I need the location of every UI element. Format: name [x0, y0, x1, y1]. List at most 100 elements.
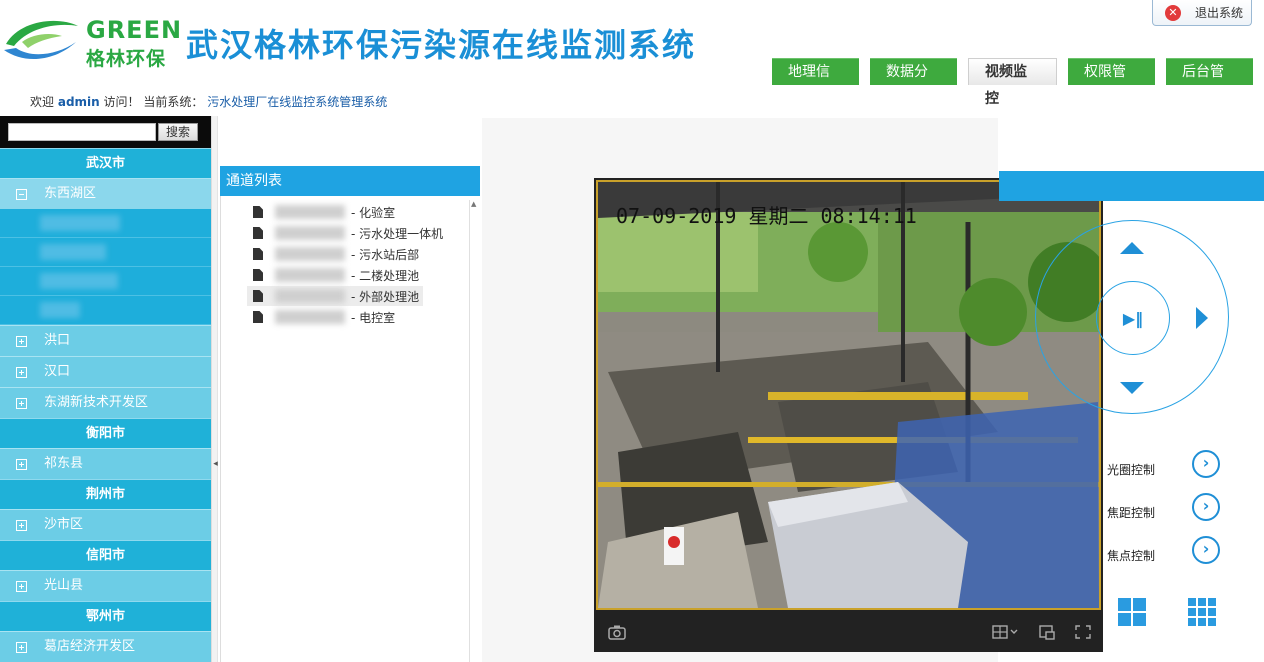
logout-button[interactable]: ✕ 退出系统: [1152, 0, 1252, 26]
current-system: 污水处理厂在线监控系统管理系统: [207, 95, 388, 109]
window-restore-icon[interactable]: [1038, 624, 1056, 640]
osd-date: 07-09-2019: [616, 204, 737, 228]
expand-icon[interactable]: [16, 397, 27, 409]
channel-label: - 电控室: [351, 310, 396, 325]
district-item[interactable]: 汉口: [0, 356, 211, 387]
district-item[interactable]: 洪口: [0, 325, 211, 356]
welcome-prefix: 欢迎: [30, 95, 55, 109]
district-label: 洪口: [44, 333, 71, 348]
district-item[interactable]: 祁东县: [0, 448, 211, 479]
brand-name-cn: 格林环保: [86, 48, 167, 70]
camera-snapshot-icon[interactable]: [608, 624, 626, 640]
chevron-right-icon: ›: [1202, 496, 1210, 515]
sidebar-collapse-handle[interactable]: ◂: [211, 116, 218, 662]
file-icon: [253, 227, 263, 239]
focus-control-button[interactable]: ›: [1192, 536, 1220, 564]
search-button[interactable]: 搜索: [158, 123, 198, 141]
split-layout-dropdown-icon[interactable]: [992, 624, 1022, 640]
channel-list: ▲ - 化验室 - 污水处理一体机 - 污水站后部 - 二楼处理池 - 外部处理…: [220, 196, 480, 662]
video-player: 07-09-2019 星期二 08:14:11: [594, 178, 1103, 652]
channel-item[interactable]: - 二楼处理池: [253, 265, 419, 285]
collapse-icon[interactable]: [16, 188, 27, 200]
channel-item[interactable]: - 污水站后部: [253, 244, 419, 264]
expand-icon[interactable]: [16, 641, 27, 653]
file-icon: [253, 248, 263, 260]
nav-data-analysis[interactable]: 数据分析: [870, 58, 957, 107]
district-item[interactable]: 葛店经济开发区: [0, 631, 211, 662]
camera-scene-image: [598, 182, 1099, 608]
nav-permission-mgmt[interactable]: 权限管理: [1068, 58, 1155, 107]
file-icon: [253, 206, 263, 218]
list-item[interactable]: [0, 209, 211, 238]
nav-geo-info[interactable]: 地理信息: [772, 58, 859, 107]
focus-control-label: 焦点控制: [1107, 549, 1156, 563]
brand-name-en: GREEN: [86, 16, 183, 44]
city-header[interactable]: 荆州市: [0, 479, 211, 509]
district-label: 光山县: [44, 578, 84, 593]
channel-item-selected[interactable]: - 外部处理池: [247, 286, 424, 306]
district-label: 祁东县: [44, 456, 84, 471]
channel-label: - 污水站后部: [351, 247, 420, 262]
list-item[interactable]: [0, 238, 211, 267]
channel-scrollbar[interactable]: ▲: [469, 200, 478, 662]
district-label: 东西湖区: [44, 186, 97, 201]
city-header[interactable]: 信阳市: [0, 540, 211, 570]
channel-panel: 通道列表 ▲ - 化验室 - 污水处理一体机 - 污水站后部 - 二楼处理池 -…: [220, 166, 480, 662]
list-item[interactable]: [0, 267, 211, 296]
file-icon: [253, 311, 263, 323]
sidebar-search: 搜索: [0, 116, 211, 148]
district-label: 葛店经济开发区: [44, 639, 136, 654]
expand-icon[interactable]: [16, 519, 27, 531]
grid-2x2-icon[interactable]: [1118, 598, 1146, 626]
nav-backend-mgmt[interactable]: 后台管理: [1166, 58, 1253, 107]
district-sublist: [0, 209, 211, 325]
channel-label: - 二楼处理池: [351, 268, 420, 283]
iris-control-label: 光圈控制: [1107, 463, 1156, 477]
district-label: 沙市区: [44, 517, 84, 532]
city-header[interactable]: 衡阳市: [0, 418, 211, 448]
list-item[interactable]: [0, 296, 211, 325]
district-item[interactable]: 沙市区: [0, 509, 211, 540]
fullscreen-icon[interactable]: [1074, 624, 1092, 640]
current-user: admin: [57, 95, 100, 109]
osd-day: 星期二: [748, 204, 809, 228]
ptz-up-arrow-icon[interactable]: [1120, 242, 1144, 254]
channel-label: - 化验室: [351, 205, 396, 220]
play-pause-button[interactable]: ▶‖: [1096, 281, 1170, 355]
ptz-right-arrow-icon[interactable]: [1196, 307, 1208, 329]
main-nav: 地理信息 数据分析 视频监控 权限管理 后台管理: [772, 58, 1264, 107]
city-header[interactable]: 鄂州市: [0, 601, 211, 631]
logo-swoosh-icon: [4, 20, 78, 60]
video-toolbar: [594, 614, 1103, 652]
channel-item[interactable]: - 污水处理一体机: [253, 223, 443, 243]
chevron-left-icon[interactable]: ◂: [212, 456, 219, 472]
company-logo: GREEN 格林环保: [0, 14, 181, 70]
ptz-panel-header: [999, 171, 1264, 201]
video-feed[interactable]: 07-09-2019 星期二 08:14:11: [596, 180, 1101, 610]
header: GREEN 格林环保 武汉格林环保污染源在线监测系统 ✕ 退出系统 地理信息 数…: [0, 0, 1264, 116]
district-label: 东湖新技术开发区: [44, 395, 149, 410]
zoom-control-button[interactable]: ›: [1192, 493, 1220, 521]
iris-control-button[interactable]: ›: [1192, 450, 1220, 478]
expand-icon[interactable]: [16, 335, 27, 347]
video-osd-timestamp: 07-09-2019 星期二 08:14:11: [616, 200, 917, 229]
district-item[interactable]: 光山县: [0, 570, 211, 601]
chevron-right-icon: ›: [1202, 539, 1210, 558]
logout-label: 退出系统: [1195, 6, 1244, 20]
nav-video-monitor[interactable]: 视频监控: [968, 58, 1057, 107]
expand-icon[interactable]: [16, 580, 27, 592]
channel-item[interactable]: - 电控室: [253, 307, 395, 327]
district-item[interactable]: 东西湖区: [0, 178, 211, 209]
zoom-control-label: 焦距控制: [1107, 506, 1156, 520]
district-item[interactable]: 东湖新技术开发区: [0, 387, 211, 418]
osd-time: 08:14:11: [820, 204, 917, 228]
ptz-down-arrow-icon[interactable]: [1120, 382, 1144, 394]
close-icon: ✕: [1165, 4, 1181, 21]
expand-icon[interactable]: [16, 458, 27, 470]
grid-3x3-icon[interactable]: [1188, 598, 1216, 626]
expand-icon[interactable]: [16, 366, 27, 378]
search-input[interactable]: [8, 123, 156, 141]
channel-item[interactable]: - 化验室: [253, 202, 395, 222]
city-header[interactable]: 武汉市: [0, 148, 211, 178]
channel-panel-title: 通道列表: [220, 166, 480, 196]
